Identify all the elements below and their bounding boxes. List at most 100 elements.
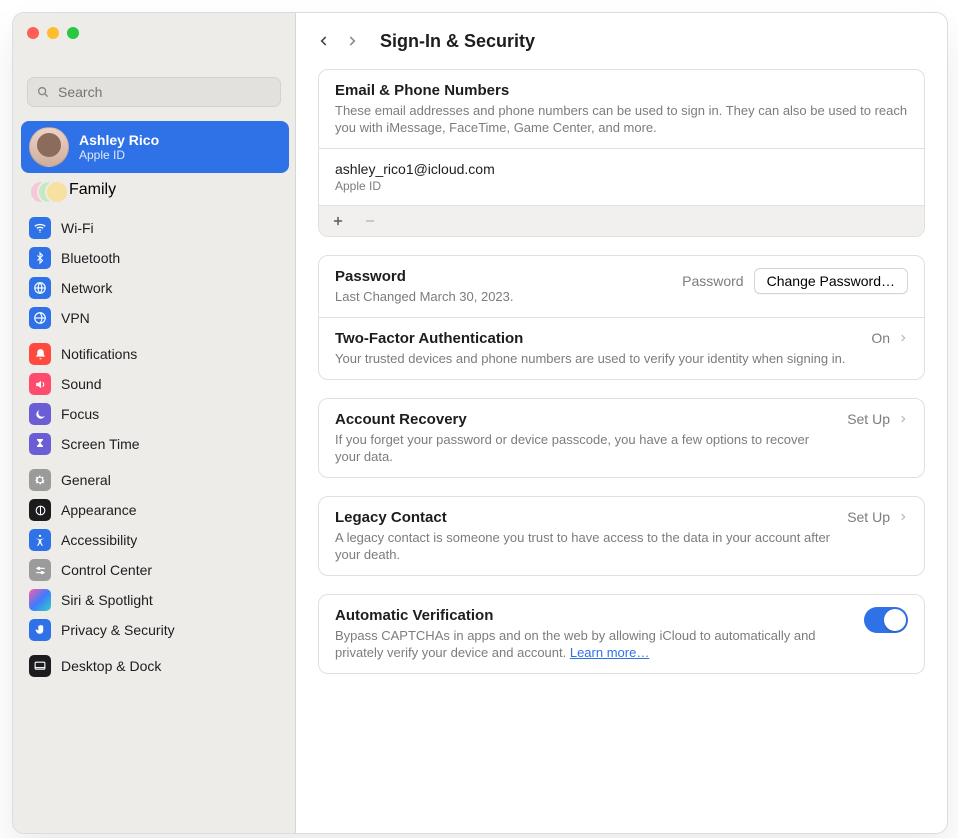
two-factor-heading: Two-Factor Authentication xyxy=(335,330,859,347)
sidebar-item-privacy-security[interactable]: Privacy & Security xyxy=(21,615,289,645)
auto-verify-heading: Automatic Verification xyxy=(335,607,852,624)
password-sub: Last Changed March 30, 2023. xyxy=(335,288,670,305)
bluetooth-icon xyxy=(29,247,51,269)
bell-icon xyxy=(29,343,51,365)
password-heading: Password xyxy=(335,268,670,285)
remove-email-button xyxy=(361,212,379,230)
network-icon xyxy=(29,277,51,299)
forward-button[interactable] xyxy=(338,26,366,56)
gear-icon xyxy=(29,469,51,491)
two-factor-desc: Your trusted devices and phone numbers a… xyxy=(335,350,859,367)
siri-icon xyxy=(29,589,51,611)
sidebar-item-label: Accessibility xyxy=(61,532,137,548)
zoom-window-button[interactable] xyxy=(67,27,79,39)
legacy-value: Set Up xyxy=(847,509,890,525)
user-avatar xyxy=(29,127,69,167)
sidebar-item-label: Bluetooth xyxy=(61,250,120,266)
sidebar-item-notifications[interactable]: Notifications xyxy=(21,339,289,369)
sidebar-item-label: Notifications xyxy=(61,346,137,362)
search-input[interactable] xyxy=(56,83,272,101)
accessibility-icon xyxy=(29,529,51,551)
sidebar-item-siri-spotlight[interactable]: Siri & Spotlight xyxy=(21,585,289,615)
vpn-icon xyxy=(29,307,51,329)
sidebar-item-wifi[interactable]: Wi-Fi xyxy=(21,213,289,243)
search-field[interactable] xyxy=(27,77,281,107)
user-name: Ashley Rico xyxy=(79,132,159,148)
auto-verify-toggle[interactable] xyxy=(864,607,908,633)
sidebar-item-label: Family xyxy=(69,181,116,199)
search-icon xyxy=(36,85,50,99)
sliders-icon xyxy=(29,559,51,581)
sidebar-item-screen-time[interactable]: Screen Time xyxy=(21,429,289,459)
recovery-card: Account Recovery If you forget your pass… xyxy=(318,398,925,478)
legacy-desc: A legacy contact is someone you trust to… xyxy=(335,529,835,563)
sidebar-item-label: Screen Time xyxy=(61,436,140,452)
family-icon xyxy=(29,178,59,202)
sidebar-item-desktop-dock[interactable]: Desktop & Dock xyxy=(21,651,289,681)
recovery-heading: Account Recovery xyxy=(335,411,835,428)
sidebar-item-label: Privacy & Security xyxy=(61,622,175,638)
email-add-remove-bar xyxy=(319,205,924,236)
back-button[interactable] xyxy=(310,26,338,56)
sidebar-item-label: General xyxy=(61,472,111,488)
change-password-button[interactable]: Change Password… xyxy=(754,268,908,294)
sidebar-item-label: Control Center xyxy=(61,562,152,578)
chevron-right-icon xyxy=(898,331,908,345)
sidebar-item-focus[interactable]: Focus xyxy=(21,399,289,429)
desktop-icon xyxy=(29,655,51,677)
wifi-icon xyxy=(29,217,51,239)
minimize-window-button[interactable] xyxy=(47,27,59,39)
chevron-right-icon xyxy=(898,510,908,524)
legacy-row[interactable]: Legacy Contact A legacy contact is someo… xyxy=(319,497,924,575)
legacy-heading: Legacy Contact xyxy=(335,509,835,526)
settings-window: Ashley Rico Apple ID Family Wi-Fi Blueto… xyxy=(12,12,948,834)
sidebar-item-accessibility[interactable]: Accessibility xyxy=(21,525,289,555)
sound-icon xyxy=(29,373,51,395)
two-factor-row[interactable]: Two-Factor Authentication Your trusted d… xyxy=(319,317,924,379)
sidebar-item-label: Wi-Fi xyxy=(61,220,94,236)
sidebar-item-network[interactable]: Network xyxy=(21,273,289,303)
password-label: Password xyxy=(682,273,743,289)
toolbar: Sign-In & Security xyxy=(296,13,947,69)
sidebar-item-sound[interactable]: Sound xyxy=(21,369,289,399)
user-subtitle: Apple ID xyxy=(79,148,159,162)
sidebar-item-label: Focus xyxy=(61,406,99,422)
hand-icon xyxy=(29,619,51,641)
sidebar-item-vpn[interactable]: VPN xyxy=(21,303,289,333)
moon-icon xyxy=(29,403,51,425)
email-phone-heading: Email & Phone Numbers xyxy=(335,82,908,99)
sidebar-item-label: Siri & Spotlight xyxy=(61,592,153,608)
learn-more-link[interactable]: Learn more… xyxy=(570,645,649,660)
sidebar-item-family[interactable]: Family xyxy=(21,173,289,207)
email-sub: Apple ID xyxy=(335,179,908,193)
auto-verify-desc: Bypass CAPTCHAs in apps and on the web b… xyxy=(335,627,852,661)
recovery-value: Set Up xyxy=(847,411,890,427)
email-phone-card: Email & Phone Numbers These email addres… xyxy=(318,69,925,237)
password-card: Password Last Changed March 30, 2023. Pa… xyxy=(318,255,925,380)
recovery-desc: If you forget your password or device pa… xyxy=(335,431,835,465)
sidebar-item-label: Network xyxy=(61,280,112,296)
email-value: ashley_rico1@icloud.com xyxy=(335,161,908,177)
hourglass-icon xyxy=(29,433,51,455)
sidebar-item-label: VPN xyxy=(61,310,90,326)
close-window-button[interactable] xyxy=(27,27,39,39)
email-row[interactable]: ashley_rico1@icloud.com Apple ID xyxy=(319,148,924,205)
page-title: Sign-In & Security xyxy=(380,31,535,52)
legacy-card: Legacy Contact A legacy contact is someo… xyxy=(318,496,925,576)
chevron-right-icon xyxy=(898,412,908,426)
auto-verify-card: Automatic Verification Bypass CAPTCHAs i… xyxy=(318,594,925,674)
sidebar-item-general[interactable]: General xyxy=(21,465,289,495)
sidebar-item-label: Sound xyxy=(61,376,101,392)
add-email-button[interactable] xyxy=(329,212,347,230)
recovery-row[interactable]: Account Recovery If you forget your pass… xyxy=(319,399,924,477)
sidebar-item-bluetooth[interactable]: Bluetooth xyxy=(21,243,289,273)
sidebar-item-control-center[interactable]: Control Center xyxy=(21,555,289,585)
email-phone-desc: These email addresses and phone numbers … xyxy=(335,102,908,136)
sidebar-item-appearance[interactable]: Appearance xyxy=(21,495,289,525)
two-factor-value: On xyxy=(871,330,890,346)
sidebar-item-label: Appearance xyxy=(61,502,137,518)
window-controls xyxy=(27,27,79,39)
appearance-icon xyxy=(29,499,51,521)
sidebar-item-apple-id[interactable]: Ashley Rico Apple ID xyxy=(21,121,289,173)
sidebar: Ashley Rico Apple ID Family Wi-Fi Blueto… xyxy=(13,13,296,833)
